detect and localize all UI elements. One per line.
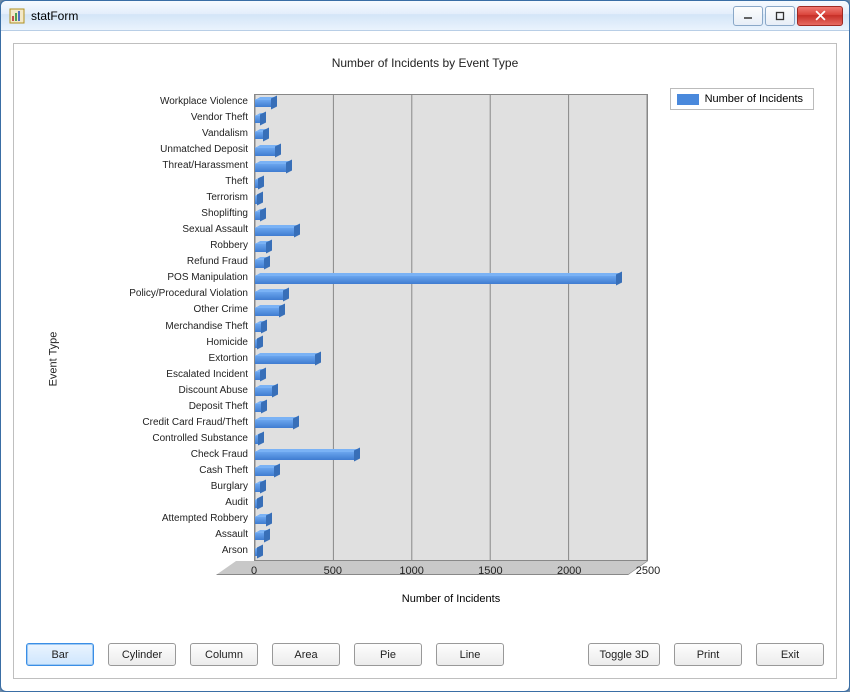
category-label: Robbery [210, 241, 248, 251]
x-axis-ticks: 05001000150020002500 [254, 565, 648, 585]
pie-button[interactable]: Pie [354, 643, 422, 666]
chart-bar [255, 259, 264, 268]
x-tick-label: 1000 [399, 565, 423, 577]
window-title: statForm [31, 9, 731, 23]
window-controls [731, 6, 843, 26]
chart-bar [255, 179, 258, 188]
content-panel: Number of Incidents by Event Type Number… [13, 43, 837, 679]
chart-bar [255, 483, 260, 492]
chart-bar [255, 195, 257, 204]
category-label: Other Crime [194, 305, 248, 315]
chart-bar [255, 307, 279, 316]
category-label: Homicide [206, 338, 248, 348]
x-tick-label: 2500 [636, 565, 660, 577]
legend-label: Number of Incidents [705, 93, 803, 105]
app-window: statForm Number of Incidents by Event Ty… [0, 0, 850, 692]
chart-bar [255, 387, 272, 396]
x-tick-label: 500 [324, 565, 342, 577]
chart-bar [255, 243, 266, 252]
category-label: Attempted Robbery [162, 514, 248, 524]
category-labels: Workplace Violence Vendor Theft Vandalism U… [52, 94, 252, 561]
category-label: Discount Abuse [179, 386, 249, 396]
x-tick-label: 1500 [478, 565, 502, 577]
chart-bar [255, 323, 261, 332]
chart-bar [255, 403, 261, 412]
legend-swatch [677, 94, 699, 105]
category-label: Terrorism [206, 193, 248, 203]
exit-button[interactable]: Exit [756, 643, 824, 666]
category-label: Vendor Theft [191, 113, 248, 123]
chart-bar [255, 99, 271, 108]
x-axis-label: Number of Incidents [254, 593, 648, 605]
category-label: Cash Theft [199, 466, 248, 476]
chart-bar [255, 548, 257, 557]
chart-bar [255, 131, 263, 140]
chart-legend: Number of Incidents [670, 88, 814, 110]
x-tick-label: 0 [251, 565, 257, 577]
category-label: Check Fraud [191, 450, 248, 460]
category-label: Escalated Incident [166, 370, 248, 380]
chart-bar [255, 467, 274, 476]
line-button[interactable]: Line [436, 643, 504, 666]
category-label: Arson [222, 546, 248, 556]
chart-bar [255, 115, 260, 124]
print-button[interactable]: Print [674, 643, 742, 666]
chart-bar [255, 516, 266, 525]
chart-area: Number of Incidents Event Type Workplace… [22, 82, 828, 635]
category-label: Threat/Harassment [162, 161, 248, 171]
chart-bar [255, 339, 257, 348]
chart-bar [255, 147, 275, 156]
chart-bar [255, 275, 616, 284]
chart-bar [255, 211, 260, 220]
category-label: Vandalism [202, 129, 248, 139]
bar-button[interactable]: Bar [26, 643, 94, 666]
category-label: Credit Card Fraud/Theft [142, 418, 248, 428]
minimize-button[interactable] [733, 6, 763, 26]
close-button[interactable] [797, 6, 843, 26]
category-label: Extortion [209, 354, 248, 364]
chart-title: Number of Incidents by Event Type [22, 56, 828, 70]
category-label: Refund Fraud [187, 257, 248, 267]
chart-bar [255, 227, 294, 236]
category-label: Shoplifting [201, 209, 248, 219]
category-label: POS Manipulation [167, 273, 248, 283]
gridlines [255, 95, 647, 560]
chart-bar [255, 435, 258, 444]
chart-bar [255, 451, 354, 460]
app-icon [9, 8, 25, 24]
chart-bar [255, 499, 257, 508]
category-label: Sexual Assault [182, 225, 248, 235]
toggle-3d-button[interactable]: Toggle 3D [588, 643, 660, 666]
button-row: Bar Cylinder Column Area Pie Line Toggle… [22, 635, 828, 668]
category-label: Policy/Procedural Violation [129, 289, 248, 299]
chart-bar [255, 419, 293, 428]
chart-bar [255, 163, 286, 172]
category-label: Controlled Substance [152, 434, 248, 444]
chart-bar [255, 532, 264, 541]
plot-region [254, 94, 648, 561]
category-label: Merchandise Theft [165, 322, 248, 332]
plot-wall [254, 94, 648, 561]
titlebar[interactable]: statForm [1, 1, 849, 31]
maximize-button[interactable] [765, 6, 795, 26]
chart-bar [255, 355, 315, 364]
category-label: Burglary [211, 482, 248, 492]
area-button[interactable]: Area [272, 643, 340, 666]
category-label: Assault [215, 530, 248, 540]
category-label: Audit [225, 498, 248, 508]
cylinder-button[interactable]: Cylinder [108, 643, 176, 666]
category-label: Deposit Theft [189, 402, 248, 412]
category-label: Workplace Violence [160, 97, 248, 107]
x-tick-label: 2000 [557, 565, 581, 577]
column-button[interactable]: Column [190, 643, 258, 666]
chart-bar [255, 371, 260, 380]
category-label: Theft [225, 177, 248, 187]
category-label: Unmatched Deposit [160, 145, 248, 155]
client-area: Number of Incidents by Event Type Number… [1, 31, 849, 691]
chart-bar [255, 291, 283, 300]
